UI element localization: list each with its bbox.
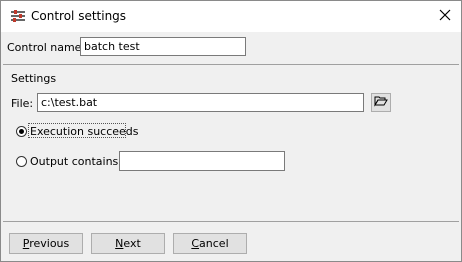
execution-succeeds-label[interactable]: Execution succeeds (30, 125, 139, 138)
settings-title: Settings (11, 72, 57, 85)
folder-open-icon (374, 95, 388, 110)
control-name-label: Control name: (7, 41, 86, 54)
execution-succeeds-radio[interactable] (16, 126, 27, 137)
file-path-field[interactable]: c:\test.bat (37, 93, 364, 112)
previous-button[interactable]: Previous (9, 233, 83, 254)
output-contains-field[interactable] (119, 151, 285, 171)
cancel-label: Cancel (191, 237, 229, 250)
control-settings-dialog: Control settings Control name: batch tes… (0, 0, 462, 262)
close-icon (439, 9, 451, 24)
settings-panel (3, 64, 459, 222)
output-contains-label[interactable]: Output contains (30, 155, 118, 168)
control-name-field[interactable]: batch test (80, 37, 246, 56)
close-button[interactable] (429, 1, 461, 32)
next-button[interactable]: Next (91, 233, 165, 254)
cancel-button[interactable]: Cancel (173, 233, 247, 254)
window-title: Control settings (31, 9, 127, 23)
previous-label: Previous (22, 237, 70, 250)
file-label: File: (11, 97, 34, 110)
browse-button[interactable] (371, 93, 391, 112)
settings-app-icon (10, 9, 26, 23)
output-contains-radio[interactable] (16, 156, 27, 167)
title-bar: Control settings (1, 1, 461, 32)
next-label: Next (115, 237, 141, 250)
